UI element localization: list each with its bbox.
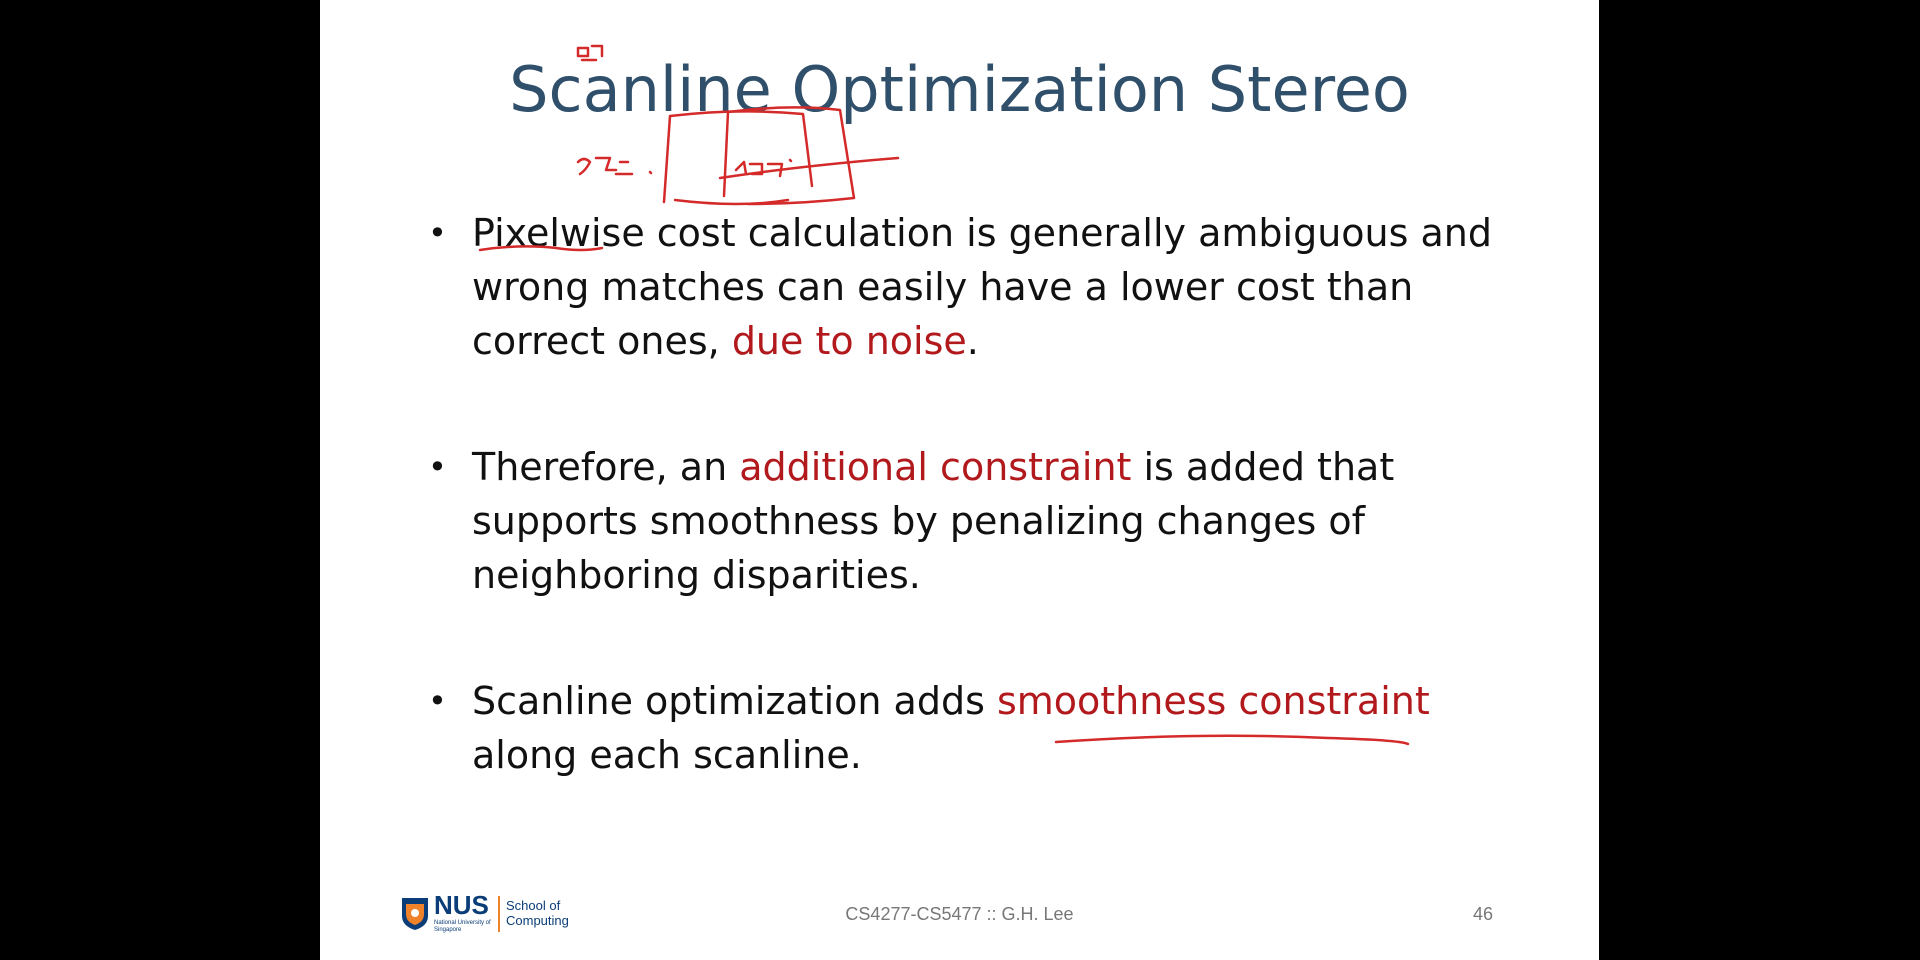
bullet-list: • Pixelwise cost calculation is generall… xyxy=(414,206,1494,782)
bullet-dot-icon: • xyxy=(428,214,447,252)
bullet-dot-icon: • xyxy=(428,448,447,486)
page-number: 46 xyxy=(1472,904,1493,924)
bullet-pixelwise-cost: • Pixelwise cost calculation is generall… xyxy=(414,206,1494,368)
bullet-highlight: due to noise xyxy=(731,319,967,363)
bullet-text: Scanline optimization adds xyxy=(472,679,997,723)
ink-strike-line xyxy=(718,156,900,180)
bullet-text: Therefore, an xyxy=(472,445,740,489)
bullet-additional-constraint: • Therefore, an additional constraint is… xyxy=(414,440,1494,602)
bullet-dot-icon: • xyxy=(428,682,447,720)
bullet-text: along each scanline. xyxy=(472,733,862,777)
bullet-text: Pixelwise cost calculation is generally … xyxy=(472,211,1493,363)
ink-scribble-left xyxy=(576,156,653,176)
bullet-scanline-optimization: • Scanline optimization adds smoothness … xyxy=(414,674,1494,782)
slide-title: Scanline Optimization Stereo xyxy=(509,53,1410,126)
course-footer: CS4277-CS5477 :: G.H. Lee xyxy=(845,904,1074,924)
bullet-highlight: smoothness constraint xyxy=(996,679,1430,723)
bullet-text: . xyxy=(966,319,979,363)
bullet-highlight: additional constraint xyxy=(739,445,1132,489)
ink-scribble-right xyxy=(734,158,793,178)
slide: Scanline Optimization Stereo • Pixelwise… xyxy=(320,0,1599,960)
